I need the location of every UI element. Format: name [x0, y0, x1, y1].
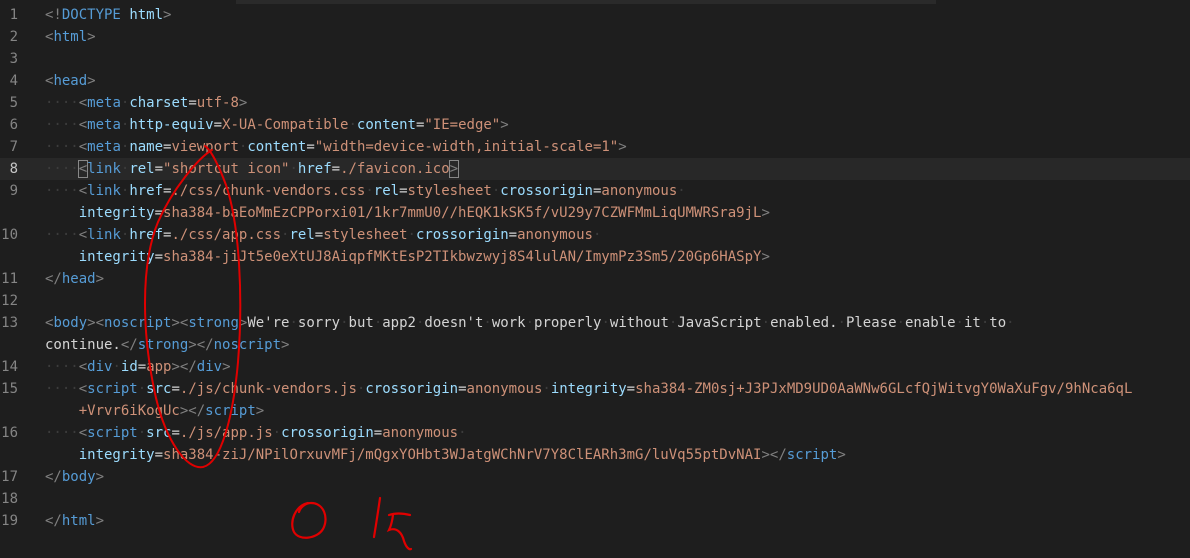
red-pen-annotation [144, 145, 413, 551]
hand-drawn-ellipse [144, 145, 242, 469]
handwritten-zero [291, 501, 327, 539]
handwritten-one [372, 496, 382, 539]
code-editor[interactable]: 1 <!DOCTYPE html> 2 <html> 3 4 <head> 5 ····<met… [0, 0, 1190, 558]
handwritten-five [386, 512, 413, 551]
